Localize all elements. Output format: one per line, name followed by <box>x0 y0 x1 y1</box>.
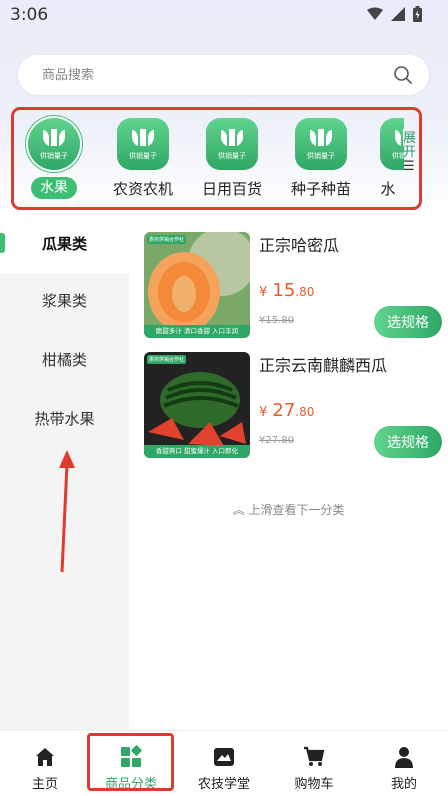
sidebar-item-melons[interactable]: 瓜果类 <box>0 215 129 274</box>
sidebar-item-berries[interactable]: 浆果类 <box>0 272 129 331</box>
category-badge: 供销量子 <box>129 151 157 160</box>
category-label: 日用百货 <box>201 180 262 198</box>
school-icon <box>214 748 234 766</box>
home-icon <box>36 748 54 766</box>
select-spec-button[interactable]: 选规格 <box>374 426 442 458</box>
image-tag: 惠农供销合作社 <box>147 355 187 364</box>
category-item-agri-supplies[interactable]: 供销量子 农资农机 <box>103 118 183 203</box>
search-bar[interactable] <box>18 55 429 95</box>
user-icon <box>395 747 413 768</box>
melon-illustration <box>144 232 250 338</box>
nav-label: 购物车 <box>294 777 334 792</box>
category-badge: 供销量子 <box>218 151 246 160</box>
product-image-watermelon[interactable]: 惠农供销合作社 香甜爽口 甜蜜爆汁 入口即化 <box>144 352 250 458</box>
image-feature-strip: 脆甜多汁 清口香甜 入口丰润 <box>144 325 250 338</box>
product-name[interactable]: 正宗云南麒麟西瓜 <box>259 352 387 376</box>
sidebar-item-citrus[interactable]: 柑橘类 <box>0 331 129 390</box>
category-badge: 供销量子 <box>307 151 335 160</box>
search-icon[interactable] <box>393 65 413 85</box>
wifi-icon <box>367 7 383 20</box>
sidebar-item-label: 热带水果 <box>34 410 95 428</box>
sidebar-item-tropical[interactable]: 热带水果 <box>0 390 129 449</box>
product-price: ¥ 15.80 <box>259 280 315 301</box>
category-strip: 供销量子 水果 供销量子 农资农机 供销量子 日用百货 供销量子 种子种苗 供销… <box>11 107 422 210</box>
nav-cart[interactable]: 购物车 <box>274 731 354 796</box>
nav-label: 主页 <box>31 777 58 792</box>
image-feature-strip: 香甜爽口 甜蜜爆汁 入口即化 <box>144 445 250 458</box>
nav-school[interactable]: 农技学堂 <box>184 731 264 796</box>
search-input[interactable] <box>42 55 372 95</box>
image-tag: 惠农供销合作社 <box>147 235 187 244</box>
expand-label: 展开 <box>403 131 417 160</box>
wheat-logo-icon <box>221 128 243 146</box>
category-image: 供销量子 <box>295 118 347 170</box>
annotation-highlight-box <box>87 733 174 791</box>
category-label: 种子种苗 <box>290 180 351 198</box>
category-item-fruit[interactable]: 供销量子 水果 <box>14 118 94 203</box>
category-image: 供销量子 <box>206 118 258 170</box>
annotation-arrow-icon <box>59 450 75 573</box>
status-bar: 3:06 <box>0 0 448 32</box>
original-price: ¥27.80 <box>259 435 294 446</box>
scroll-hint-label: 上滑查看下一分类 <box>248 503 345 517</box>
sidebar-item-label: 柑橘类 <box>41 351 87 369</box>
product-card[interactable]: 惠农供销合作社 脆甜多汁 清口香甜 入口丰润 正宗哈密瓜 ¥ 15.80 ¥15… <box>144 232 442 340</box>
category-badge: 供销量子 <box>40 151 68 160</box>
category-item-daily-goods[interactable]: 供销量子 日用百货 <box>192 118 272 203</box>
wheat-logo-icon <box>43 128 65 146</box>
category-image: 供销量子 <box>117 118 169 170</box>
expand-button[interactable]: 展开 ☰ <box>403 132 419 174</box>
signal-icon <box>391 7 405 21</box>
active-marker <box>0 233 5 253</box>
product-name[interactable]: 正宗哈密瓜 <box>259 232 339 256</box>
category-image: 供销量子 <box>380 118 404 170</box>
nav-label: 我的 <box>390 777 417 792</box>
nav-profile[interactable]: 我的 <box>364 731 444 796</box>
nav-label: 农技学堂 <box>197 777 250 792</box>
wheat-logo-icon <box>132 128 154 146</box>
original-price: ¥15.80 <box>259 315 294 326</box>
battery-icon <box>413 6 422 22</box>
category-label: 水果 <box>31 177 77 199</box>
wheat-logo-icon <box>310 128 332 146</box>
scroll-hint: ︽ 上滑查看下一分类 <box>129 501 448 518</box>
status-time: 3:06 <box>10 5 49 25</box>
category-item-seeds[interactable]: 供销量子 种子种苗 <box>281 118 361 203</box>
sidebar-item-label: 瓜果类 <box>41 235 87 253</box>
cart-icon <box>304 746 325 766</box>
nav-home[interactable]: 主页 <box>5 731 85 796</box>
select-spec-button[interactable]: 选规格 <box>374 306 442 338</box>
category-image: 供销量子 <box>28 118 80 170</box>
product-card[interactable]: 惠农供销合作社 香甜爽口 甜蜜爆汁 入口即化 正宗云南麒麟西瓜 ¥ 27.80 … <box>144 352 442 460</box>
category-label: 农资农机 <box>112 180 173 198</box>
watermelon-illustration <box>144 352 250 458</box>
product-price: ¥ 27.80 <box>259 400 315 421</box>
status-icons <box>367 6 422 22</box>
product-image-hami-melon[interactable]: 惠农供销合作社 脆甜多汁 清口香甜 入口丰润 <box>144 232 250 338</box>
category-item-partial[interactable]: 供销量子 水 <box>366 118 404 203</box>
sidebar-item-label: 浆果类 <box>41 292 87 310</box>
product-list: 惠农供销合作社 脆甜多汁 清口香甜 入口丰润 正宗哈密瓜 ¥ 15.80 ¥15… <box>129 215 448 730</box>
bottom-navigation: 主页 商品分类 农技学堂 购物车 我的 <box>0 730 448 796</box>
menu-icon: ☰ <box>403 159 415 174</box>
chevron-up-icon: ︽ <box>232 503 245 517</box>
category-label: 水 <box>380 180 396 198</box>
